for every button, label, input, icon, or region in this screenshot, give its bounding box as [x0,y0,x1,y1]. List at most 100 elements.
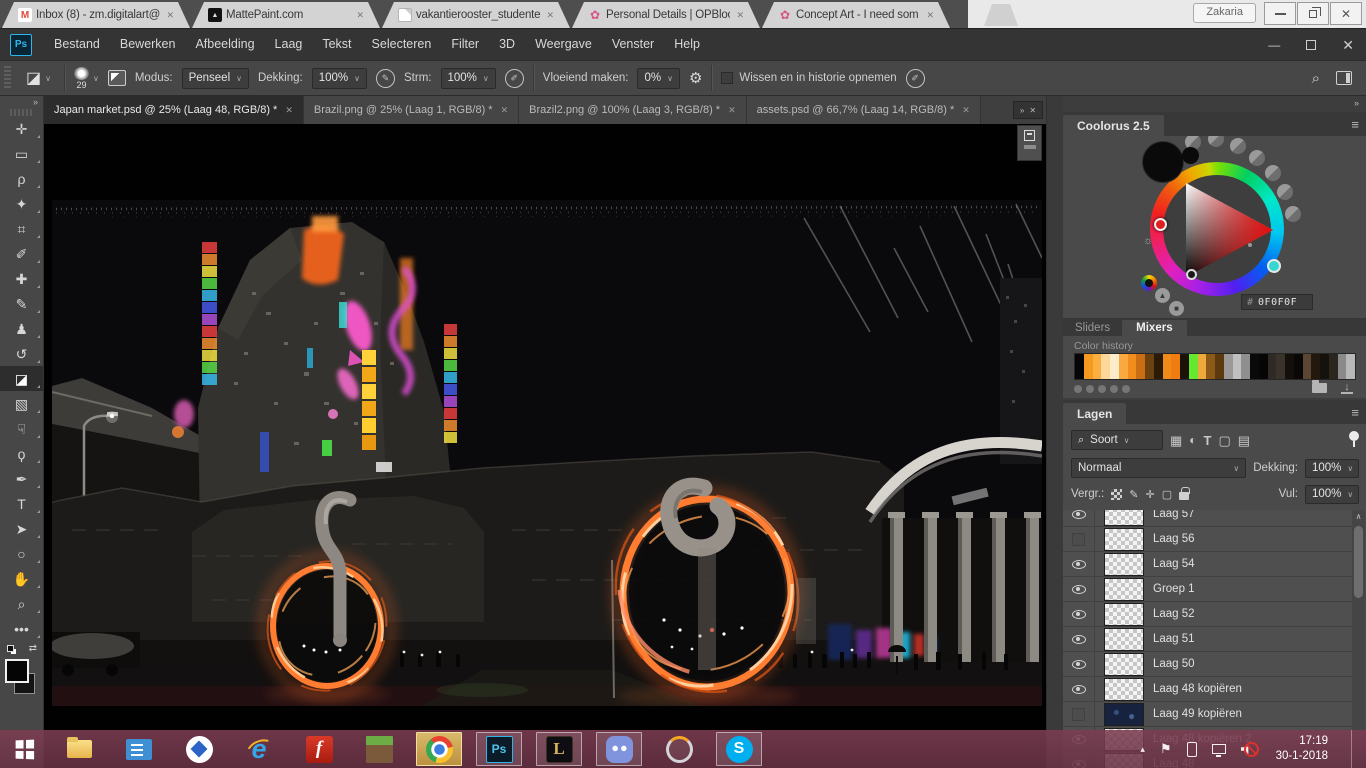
color-swatch[interactable] [1084,354,1093,379]
layer-thumbnail[interactable] [1104,678,1144,701]
menu-item[interactable]: 3D [489,29,525,60]
brush-tool[interactable]: ✎ [0,291,43,316]
menu-item[interactable]: Tekst [312,29,361,60]
tab-close-icon[interactable]: ✕ [354,8,366,23]
document-tab[interactable]: Brazil.png @ 25% (Laag 1, RGB/8) * ✕ [304,96,519,124]
filter-type-layers-icon[interactable]: T [1204,434,1212,447]
taskbar-icon-flash[interactable] [296,732,342,766]
tab-close-icon[interactable]: ✕ [544,8,556,23]
checkbox[interactable] [721,72,733,84]
color-swatch[interactable] [1198,354,1207,379]
eraser-tool[interactable]: ◪ [0,366,43,391]
network-icon[interactable] [1212,744,1226,754]
browser-close-button[interactable]: ✕ [1330,2,1362,25]
tab-close-icon[interactable]: ✕ [924,8,936,23]
eye-icon[interactable] [1072,660,1086,669]
background-color-ball[interactable] [1182,147,1199,164]
wheel-option-button[interactable] [1285,206,1301,222]
layer-row[interactable]: Laag 50 [1063,652,1353,677]
lock-artboard-icon[interactable]: ▢ [1162,488,1172,501]
healing-brush-tool[interactable]: ✚ [0,266,43,291]
color-swatch[interactable] [1154,354,1163,379]
taskbar-icon-settings[interactable] [116,732,162,766]
menu-item[interactable]: Selecteren [362,29,442,60]
secondary-hue-marker[interactable] [1267,259,1281,273]
taskbar-icon-chrome[interactable] [416,732,462,766]
browser-minimize-button[interactable] [1264,2,1296,25]
menu-item[interactable]: Laag [265,29,313,60]
color-swatch[interactable] [1128,354,1137,379]
visibility-cell[interactable] [1063,552,1095,576]
color-swatch[interactable] [1224,354,1233,379]
taskbar-icon-internet-explorer[interactable] [236,732,282,766]
lock-all-icon[interactable] [1179,492,1189,500]
pressure-opacity-icon[interactable]: ✎ [376,69,395,88]
layers-panel-tab[interactable]: Lagen [1063,403,1126,424]
color-swatch[interactable] [1241,354,1250,379]
browser-tab[interactable]: vakantierooster_studente ✕ [382,2,570,28]
quick-selection-tool[interactable]: ✦ [0,191,43,216]
blend-mode-select[interactable]: Penseel∨ [182,68,249,89]
zoom-tool[interactable]: ⌕ [0,591,43,616]
hue-marker[interactable] [1154,218,1167,231]
tab-sliders[interactable]: Sliders [1063,320,1122,336]
lock-transparency-icon[interactable] [1111,489,1122,500]
airbrush-icon[interactable]: ✐ [505,69,524,88]
wheel-option-button[interactable] [1249,150,1265,166]
lock-position-icon[interactable]: ✛ [1145,488,1154,501]
lock-pixels-icon[interactable]: ✎ [1129,488,1138,501]
brightness-icon[interactable]: ☼ [1143,235,1153,247]
concept-art-canvas[interactable] [52,200,1042,706]
taskbar-icon-overwatch[interactable] [656,732,702,766]
volume-muted-icon[interactable] [1241,742,1257,756]
document-close-icon[interactable]: ✕ [728,105,736,116]
triangle-mode-icon[interactable]: ▲ [1155,288,1170,303]
history-pages[interactable] [1074,385,1130,393]
layer-name[interactable]: Laag 51 [1153,633,1195,645]
clone-stamp-tool[interactable]: ♟ [0,316,43,341]
document-tab[interactable]: assets.psd @ 66,7% (Laag 14, RGB/8) * ✕ [747,96,981,124]
search-icon[interactable]: ⌕ [1312,70,1320,87]
document-close-icon[interactable]: ✕ [285,105,293,116]
document-close-icon[interactable]: ✕ [962,105,970,116]
eye-icon[interactable] [1072,635,1086,644]
collapse-toolbar-button[interactable]: » [0,96,43,109]
menu-item[interactable]: Weergave [525,29,602,60]
color-swatch[interactable] [1346,354,1355,379]
wheel-option-button[interactable] [1208,136,1224,147]
move-tool[interactable]: ✛ [0,116,43,141]
menu-item[interactable]: Bestand [44,29,110,60]
browser-tab[interactable]: Inbox (8) - zm.digitalart@ ✕ [2,2,190,28]
layer-row[interactable]: Laag 54 [1063,552,1353,577]
action-center-icon[interactable]: ⚑ [1160,741,1172,757]
layer-thumbnail[interactable] [1104,603,1144,626]
lasso-tool[interactable]: ρ [0,166,43,191]
type-tool[interactable]: T [0,491,43,516]
color-swatch[interactable] [1259,354,1268,379]
default-colors-icon[interactable] [7,645,14,652]
dodge-tool[interactable]: ϙ [0,441,43,466]
shade-marker[interactable] [1186,269,1197,280]
layer-row[interactable]: Laag 56 [1063,527,1353,552]
visibility-cell[interactable] [1063,652,1095,676]
layer-name[interactable]: Laag 57 [1153,510,1195,520]
filter-smart-objects-icon[interactable]: ▤ [1238,434,1250,447]
flow-select[interactable]: 100%∨ [441,68,496,89]
color-swatch[interactable] [1276,354,1285,379]
canvas-pasteboard[interactable] [44,124,1046,768]
visibility-cell[interactable] [1063,677,1095,701]
panel-menu-icon[interactable]: ≡ [1351,117,1359,132]
dock-divider[interactable] [1047,96,1063,768]
layer-row[interactable]: Laag 51 [1063,627,1353,652]
visibility-cell[interactable] [1063,602,1095,626]
layer-name[interactable]: Laag 50 [1153,658,1195,670]
color-swatch[interactable] [1145,354,1154,379]
tab-mixers[interactable]: Mixers [1122,320,1186,336]
history-brush-tool[interactable]: ↺ [0,341,43,366]
color-swatch[interactable] [1101,354,1110,379]
smudge-tool[interactable]: ☟ [0,416,43,441]
window-close-button[interactable]: ✕ [1342,37,1354,54]
eye-icon[interactable] [1072,585,1086,594]
scroll-up-icon[interactable]: ∧ [1352,510,1365,521]
tab-close-icon[interactable]: ✕ [164,8,176,23]
